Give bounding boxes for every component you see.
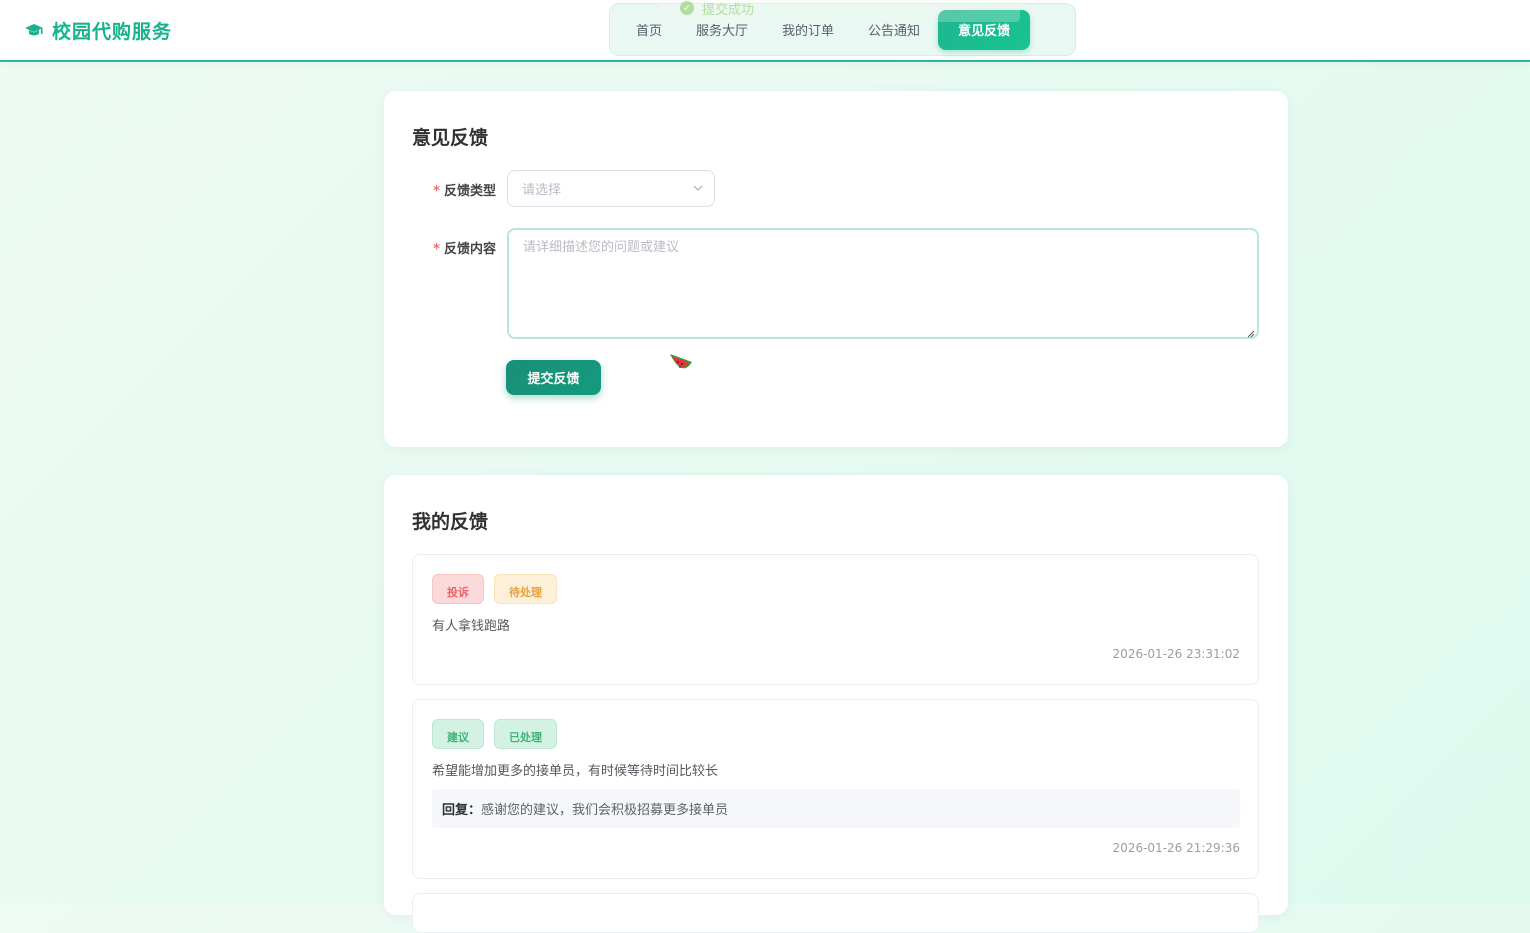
submit-feedback-button[interactable]: 提交反馈 bbox=[506, 360, 601, 395]
graduation-cap-icon bbox=[24, 20, 44, 40]
required-mark: * bbox=[433, 242, 440, 257]
watermelon-cursor-icon bbox=[668, 352, 694, 378]
content-placeholder: 请详细描述您的问题或建议 bbox=[523, 240, 680, 255]
status-tag: 待处理 bbox=[494, 574, 557, 604]
chevron-down-icon bbox=[692, 182, 704, 194]
content-textarea[interactable]: 请详细描述您的问题或建议 bbox=[507, 228, 1259, 339]
required-mark: * bbox=[433, 184, 440, 199]
type-label: * 反馈类型 bbox=[433, 184, 496, 199]
feedback-item bbox=[412, 893, 1259, 933]
type-select-placeholder: 请选择 bbox=[522, 183, 562, 198]
check-circle-icon: ✓ bbox=[680, 1, 694, 15]
feedback-item: 建议 已处理 希望能增加更多的接单员，有时候等待时间比较长 回复： 感谢您的建议… bbox=[412, 699, 1259, 879]
feedback-time: 2026-01-26 23:31:02 bbox=[1112, 647, 1240, 661]
feedback-item: 投诉 待处理 有人拿钱跑路 2026-01-26 23:31:02 bbox=[412, 554, 1259, 685]
content-label: * 反馈内容 bbox=[433, 242, 496, 257]
my-feedback-title: 我的反馈 bbox=[412, 511, 489, 533]
status-tag: 已处理 bbox=[494, 719, 557, 749]
form-title: 意见反馈 bbox=[412, 127, 489, 149]
feedback-content: 有人拿钱跑路 bbox=[432, 619, 511, 634]
type-tag: 建议 bbox=[432, 719, 484, 749]
resize-grip-icon[interactable] bbox=[1247, 327, 1255, 338]
toast-message: 提交成功 bbox=[702, 2, 755, 18]
feedback-time: 2026-01-26 21:29:36 bbox=[1112, 841, 1240, 855]
feedback-form-card: 意见反馈 * 反馈类型 请选择 * 反馈内容 请详细描述您的问题或建议 提交反馈 bbox=[384, 91, 1288, 447]
reply-label: 回复： bbox=[442, 803, 482, 818]
feedback-content: 希望能增加更多的接单员，有时候等待时间比较长 bbox=[432, 764, 719, 779]
reply-text: 感谢您的建议，我们会积极招募更多接单员 bbox=[481, 803, 729, 818]
type-tag: 投诉 bbox=[432, 574, 484, 604]
app-title: 校园代购服务 bbox=[52, 20, 173, 43]
success-toast: ✓ 提交成功 bbox=[660, 0, 1020, 22]
logo[interactable]: 校园代购服务 bbox=[24, 16, 172, 44]
my-feedback-card: 我的反馈 投诉 待处理 有人拿钱跑路 2026-01-26 23:31:02 建… bbox=[384, 475, 1288, 933]
reply-box: 回复： 感谢您的建议，我们会积极招募更多接单员 bbox=[432, 789, 1240, 828]
type-select[interactable]: 请选择 bbox=[507, 170, 715, 207]
top-header: 校园代购服务 首页 服务大厅 我的订单 公告通知 意见反馈 ✓ 提交成功 bbox=[0, 0, 1530, 62]
